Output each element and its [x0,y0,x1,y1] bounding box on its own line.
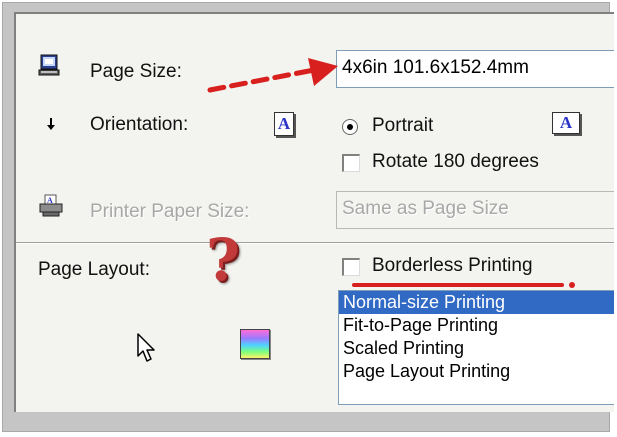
orientation-icon: A [274,112,294,136]
printer-icon: A [39,194,63,217]
orientation-label: Orientation: [90,114,189,135]
page-size-field[interactable]: 4x6in 101.6x152.4mm [336,50,614,88]
borderless-printing-label[interactable]: Borderless Printing [372,255,533,277]
portrait-label[interactable]: Portrait [372,115,433,137]
list-item-normal-size[interactable]: Normal-size Printing [339,291,614,314]
list-item-page-layout[interactable]: Page Layout Printing [339,360,614,383]
list-item-fit-to-page[interactable]: Fit-to-Page Printing [339,314,614,337]
rotate-180-label[interactable]: Rotate 180 degrees [372,151,539,173]
rotate-180-checkbox[interactable] [342,154,360,172]
down-arrow-icon [47,118,55,130]
question-mark-annotation: ? [206,226,240,294]
list-item-scaled[interactable]: Scaled Printing [339,337,614,360]
page-layout-listbox[interactable]: Normal-size Printing Fit-to-Page Printin… [338,290,614,405]
annotation-underline [352,282,575,288]
borderless-printing-checkbox[interactable] [342,258,360,276]
printer-paper-size-field: Same as Page Size [336,191,614,229]
layout-preview-icon [240,329,270,359]
portrait-radio[interactable] [342,119,358,135]
annotation-arrow-icon [207,58,338,93]
page-size-icon [38,54,60,76]
mouse-cursor-icon [137,333,155,362]
printer-paper-size-label: Printer Paper Size: [90,201,250,222]
page-layout-label: Page Layout: [38,259,150,280]
portrait-icon: A [552,112,580,134]
page-size-label: Page Size: [90,61,182,82]
page-setup-panel: Page Size: 4x6in 101.6x152.4mm Orientati… [14,12,614,412]
section-divider [16,242,614,244]
